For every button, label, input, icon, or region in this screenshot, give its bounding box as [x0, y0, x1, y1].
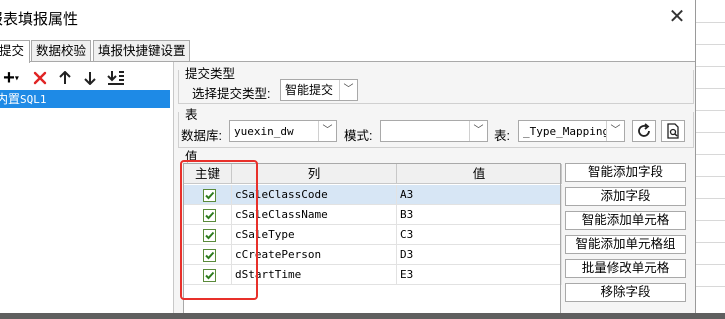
- value-cell[interactable]: D3: [397, 245, 562, 265]
- refresh-icon: [638, 123, 650, 137]
- batch-modify-cells-button[interactable]: 批量修改单元格: [565, 259, 686, 278]
- move-bottom-icon[interactable]: [105, 67, 127, 89]
- primary-key-checkbox[interactable]: [203, 269, 216, 282]
- submit-type-group-label: 提交类型: [185, 67, 236, 81]
- column-header-primary-key[interactable]: 主键: [184, 164, 232, 184]
- column-header-column[interactable]: 列: [232, 164, 397, 184]
- column-name-cell[interactable]: cCreatePerson: [232, 245, 397, 265]
- table-label: 表:: [494, 129, 510, 143]
- schema-select[interactable]: ﹀: [380, 120, 488, 142]
- table-select[interactable]: _Type_Mapping ﹀: [518, 120, 625, 142]
- tab-submit[interactable]: 提交: [0, 40, 30, 63]
- value-cell[interactable]: B3: [397, 205, 562, 225]
- submit-type-select-label: 选择提交类型:: [192, 87, 271, 101]
- tab-label: 数据校验: [36, 44, 87, 58]
- red-x-icon[interactable]: [31, 67, 49, 89]
- database-value: yuexin_dw: [234, 125, 294, 138]
- add-field-button[interactable]: 添加字段: [565, 187, 686, 206]
- field-mapping-table: 主键 列 值 cSaleClassCode A3 cSaleClassName B3 c…: [183, 163, 562, 319]
- table-row[interactable]: cSaleClassCode A3: [184, 185, 562, 205]
- tree-item-name: SQL1: [20, 93, 47, 106]
- close-icon[interactable]: ✕: [664, 4, 690, 30]
- submit-type-value: 智能提交: [285, 83, 334, 97]
- dialog-title: 报表填报属性: [0, 11, 79, 28]
- smart-add-field-button[interactable]: 智能添加字段: [565, 163, 686, 182]
- table-row[interactable]: cCreatePerson D3: [184, 245, 562, 265]
- report-fill-properties-dialog: 报表填报属性 ✕ 提交 数据校验 填报快捷键设置 +▾ 内置SQL1: [0, 0, 696, 319]
- smart-add-cell-group-button[interactable]: 智能添加单元格组: [565, 235, 686, 254]
- tab-strip: 提交 数据校验 填报快捷键设置: [0, 40, 695, 63]
- schema-label: 模式:: [344, 129, 373, 143]
- refresh-button[interactable]: [632, 120, 656, 142]
- tab-label: 填报快捷键设置: [98, 44, 186, 58]
- preview-search-icon: [667, 123, 679, 139]
- value-cell[interactable]: A3: [397, 185, 562, 205]
- smart-add-cell-button[interactable]: 智能添加单元格: [565, 211, 686, 230]
- preview-table-button[interactable]: [661, 120, 685, 142]
- table-value: _Type_Mapping: [523, 125, 610, 138]
- chevron-down-icon: ﹀: [469, 121, 487, 141]
- primary-key-cell: [184, 205, 232, 225]
- arrow-up-icon[interactable]: [56, 67, 74, 89]
- chevron-down-icon: ﹀: [339, 80, 357, 100]
- title-bar: 报表填报属性 ✕: [0, 0, 695, 36]
- taskbar-strip: [0, 313, 725, 319]
- plus-icon[interactable]: +▾: [0, 67, 24, 89]
- arrow-down-icon[interactable]: [81, 67, 99, 89]
- primary-key-cell: [184, 265, 232, 285]
- database-label: 数据库:: [181, 129, 222, 143]
- tab-shortcut-settings[interactable]: 填报快捷键设置: [93, 40, 190, 62]
- primary-key-checkbox[interactable]: [203, 229, 216, 242]
- value-cell[interactable]: C3: [397, 225, 562, 245]
- column-name-cell[interactable]: dStartTime: [232, 265, 397, 285]
- column-name-cell[interactable]: cSaleClassCode: [232, 185, 397, 205]
- table-row[interactable]: cSaleClassName B3: [184, 205, 562, 225]
- primary-key-checkbox[interactable]: [203, 209, 216, 222]
- table-row[interactable]: dStartTime E3: [184, 265, 562, 285]
- primary-key-cell: [184, 245, 232, 265]
- submit-type-select[interactable]: 智能提交 ﹀: [280, 79, 358, 101]
- list-toolbar: +▾: [0, 67, 174, 89]
- tab-label: 提交: [0, 44, 25, 58]
- spreadsheet-background: [696, 0, 725, 319]
- database-select[interactable]: yuexin_dw ﹀: [229, 120, 337, 142]
- column-name-cell[interactable]: cSaleType: [232, 225, 397, 245]
- value-cell[interactable]: E3: [397, 265, 562, 285]
- table-header: 主键 列 值: [184, 164, 562, 184]
- tree-item-prefix: 内置: [0, 92, 21, 106]
- remove-field-button[interactable]: 移除字段: [565, 283, 686, 302]
- primary-key-cell: [184, 185, 232, 205]
- column-header-value[interactable]: 值: [397, 164, 562, 184]
- primary-key-cell: [184, 225, 232, 245]
- column-name-cell[interactable]: cSaleClassName: [232, 205, 397, 225]
- tree-item-sql1[interactable]: 内置SQL1: [0, 90, 170, 108]
- chevron-down-icon: ﹀: [318, 121, 336, 141]
- tab-data-validation[interactable]: 数据校验: [31, 40, 91, 62]
- table-row[interactable]: cSaleType C3: [184, 225, 562, 245]
- primary-key-checkbox[interactable]: [203, 189, 216, 202]
- chevron-down-icon: ﹀: [606, 121, 624, 141]
- primary-key-checkbox[interactable]: [203, 249, 216, 262]
- submit-list-pane: +▾ 内置SQL1: [0, 62, 174, 319]
